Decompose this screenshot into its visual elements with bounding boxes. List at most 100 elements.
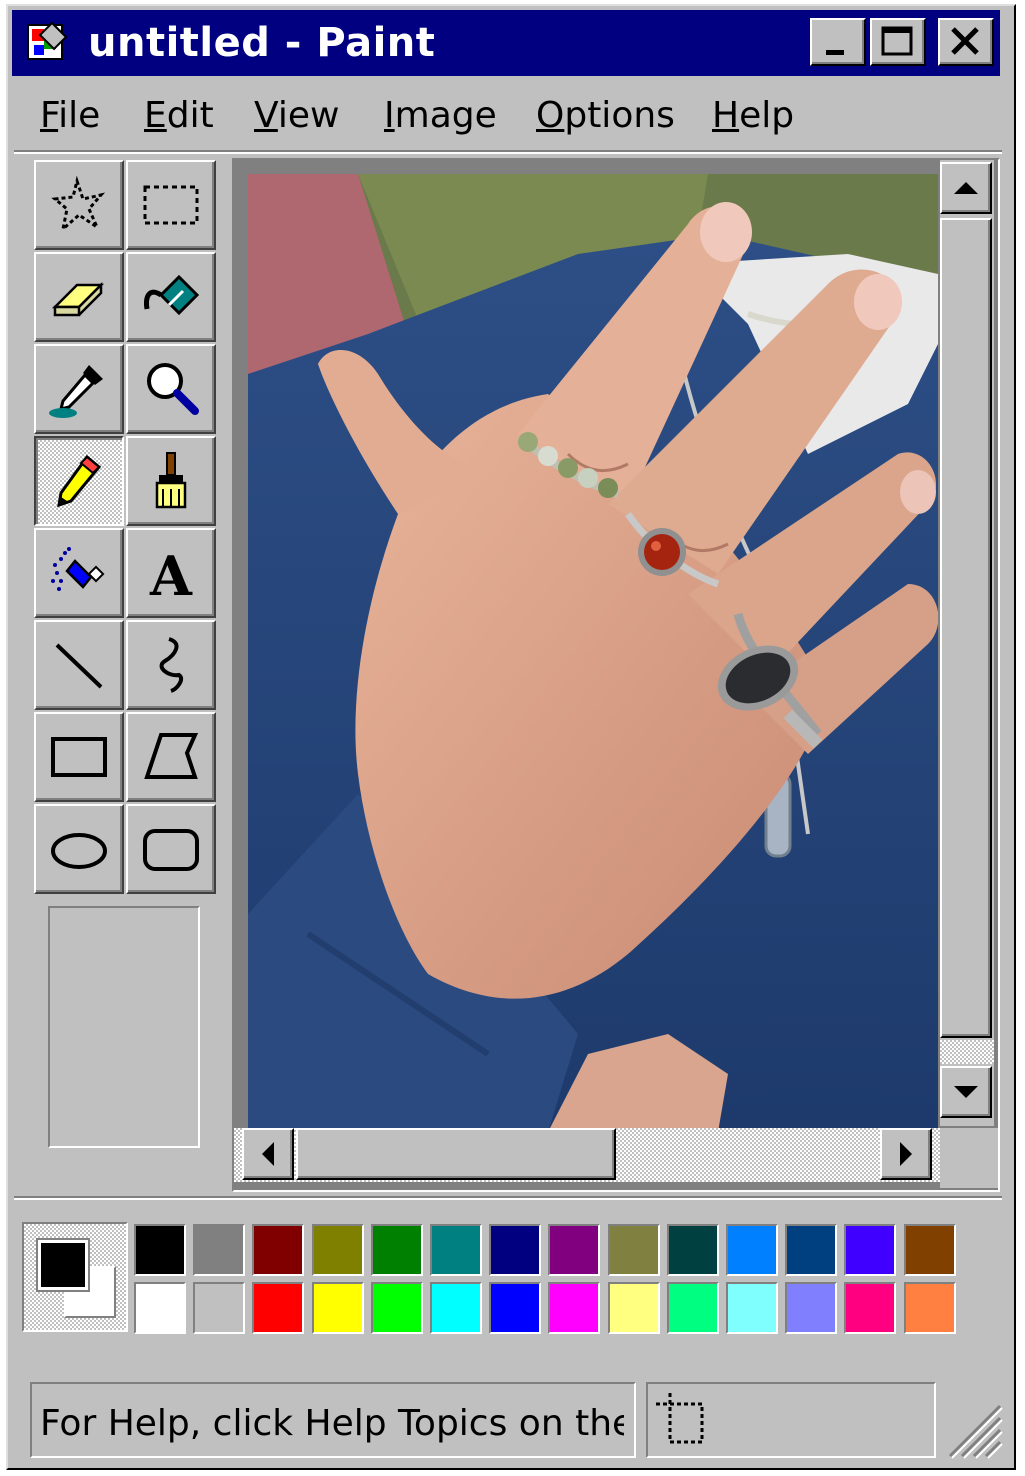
vertical-scroll-thumb[interactable] [940,218,992,1038]
magnifier-icon [147,363,199,415]
line-tool[interactable] [34,620,124,710]
toolbox: A [26,154,218,896]
canvas-area [232,158,1000,1192]
maximize-button[interactable] [870,18,926,66]
status-help-panel: For Help, click Help Topics on the Help … [30,1382,636,1458]
palette-color-bottom-10[interactable] [726,1282,778,1334]
text-tool[interactable]: A [126,528,216,618]
status-coords-panel [646,1382,936,1458]
rounded-rect-tool[interactable] [126,804,216,894]
eraser-icon [51,281,105,317]
scroll-corner [940,1128,998,1188]
resize-grip-icon[interactable] [940,1396,1004,1460]
curve-tool[interactable] [126,620,216,710]
scroll-left-button[interactable] [242,1128,294,1180]
palette-color-top-7[interactable] [548,1224,601,1276]
arrow-right-icon [900,1142,912,1166]
scroll-up-button[interactable] [940,162,992,214]
palette-color-top-6[interactable] [489,1224,542,1276]
palette-color-bottom-8[interactable] [607,1282,660,1334]
palette-color-top-2[interactable] [252,1224,305,1276]
maximize-icon [881,26,913,56]
current-colors[interactable] [22,1222,128,1332]
status-bar: For Help, click Help Topics on the Help … [30,1382,1004,1462]
arrow-down-icon [954,1086,978,1098]
palette-color-bottom-0[interactable] [134,1282,186,1334]
fill-bucket-icon [144,274,200,316]
minimize-icon [826,50,844,55]
magnifier-tool[interactable] [126,344,216,434]
menu-file[interactable]: File [40,92,100,140]
menu-edit[interactable]: Edit [144,92,214,140]
palette-color-bottom-3[interactable] [311,1282,364,1334]
scroll-down-button[interactable] [940,1066,992,1118]
horizontal-scroll-thumb[interactable] [296,1128,616,1180]
palette-color-bottom-12[interactable] [844,1282,897,1334]
palette-color-bottom-1[interactable] [193,1282,246,1334]
window-title: untitled - Paint [88,20,436,66]
palette-color-top-13[interactable] [903,1224,956,1276]
foreground-color-swatch[interactable] [36,1238,90,1292]
scroll-right-button[interactable] [880,1128,932,1180]
horizontal-scrollbar[interactable] [234,1128,940,1182]
tool-options-box[interactable] [48,906,200,1148]
menu-view[interactable]: View [254,92,339,140]
palette-color-top-9[interactable] [666,1224,719,1276]
palette-color-top-12[interactable] [844,1224,897,1276]
fill-bucket-tool[interactable] [126,252,216,342]
rect-select-icon [143,185,199,225]
hand-rings-photo [248,174,938,1132]
palette-color-bottom-2[interactable] [252,1282,305,1334]
polygon-tool[interactable] [126,712,216,802]
palette-color-top-11[interactable] [785,1224,838,1276]
eraser-tool[interactable] [34,252,124,342]
palette-color-top-10[interactable] [726,1224,778,1276]
palette-color-top-4[interactable] [370,1224,423,1276]
title-bar[interactable]: untitled - Paint [12,10,1000,76]
brush-icon [155,452,187,509]
selection-size-icon [656,1392,704,1444]
vertical-scrollbar[interactable] [940,160,994,1126]
brush-tool[interactable] [126,436,216,526]
canvas-image[interactable] [248,174,938,1132]
free-form-select-tool[interactable] [34,160,124,250]
palette-color-bottom-9[interactable] [666,1282,719,1334]
polygon-icon [144,733,199,779]
curve-icon [159,637,184,693]
palette-color-bottom-4[interactable] [370,1282,423,1334]
menu-help[interactable]: Help [712,92,794,140]
palette-color-bottom-5[interactable] [430,1282,482,1334]
pencil-tool[interactable] [34,436,124,526]
palette-color-bottom-7[interactable] [548,1282,601,1334]
minimize-button[interactable] [810,18,866,66]
arrow-up-icon [954,182,978,194]
color-palette [20,1218,988,1338]
palette-color-top-0[interactable] [134,1224,186,1276]
rect-select-tool[interactable] [126,160,216,250]
free-form-select-icon [51,175,106,234]
svg-text:A: A [149,544,193,605]
palette-color-bottom-11[interactable] [785,1282,838,1334]
menu-image[interactable]: Image [384,92,497,140]
airbrush-tool[interactable] [34,528,124,618]
menu-options[interactable]: Options [536,92,675,140]
ellipse-tool[interactable] [34,804,124,894]
palette-color-bottom-6[interactable] [489,1282,542,1334]
paint-app-icon [27,21,68,60]
scroll-track[interactable] [940,1040,994,1064]
ellipse-icon [51,833,107,869]
menu-bar: File Edit View Image Options Help [12,84,1000,148]
pick-color-icon [49,365,103,418]
close-button[interactable] [938,18,994,66]
rectangle-tool[interactable] [34,712,124,802]
palette-color-top-1[interactable] [193,1224,246,1276]
pencil-icon [57,454,102,508]
arrow-left-icon [262,1142,274,1166]
palette-color-top-5[interactable] [430,1224,482,1276]
palette-color-top-8[interactable] [607,1224,660,1276]
palette-color-top-3[interactable] [311,1224,364,1276]
pick-color-tool[interactable] [34,344,124,434]
rounded-rect-icon [143,829,199,871]
text-icon: A [149,544,193,605]
palette-color-bottom-13[interactable] [903,1282,956,1334]
